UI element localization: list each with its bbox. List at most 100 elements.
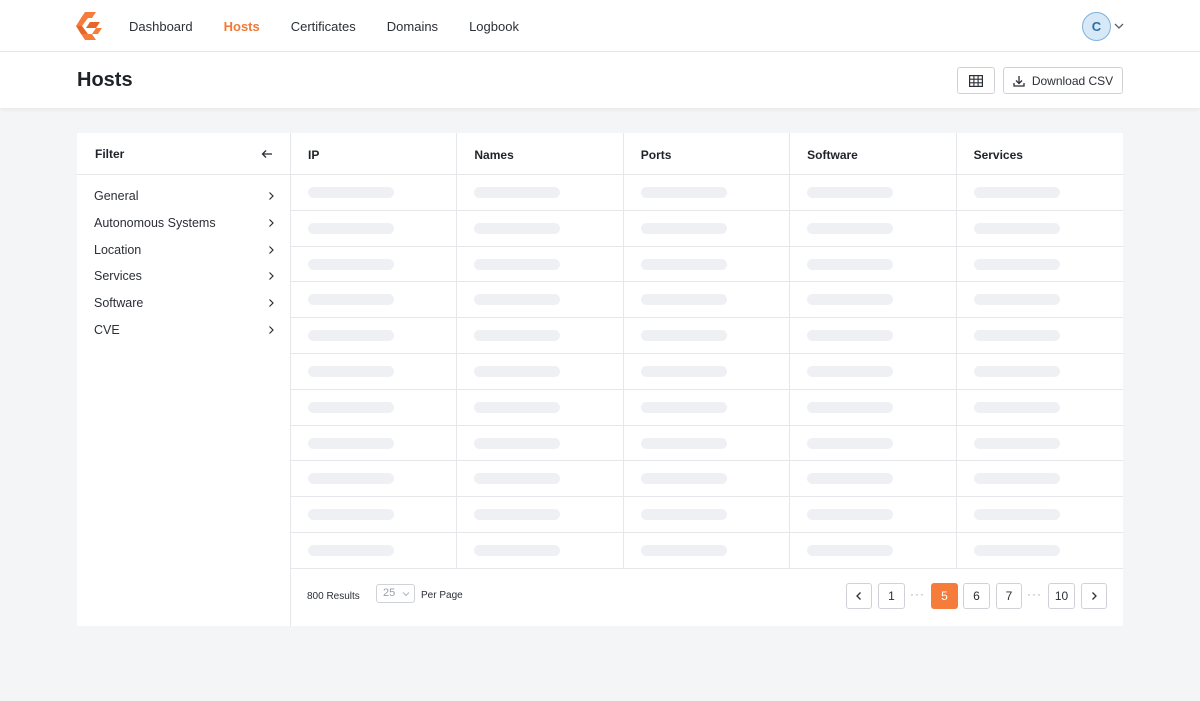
filter-item-location[interactable]: Location (77, 237, 290, 263)
loading-placeholder (807, 544, 894, 556)
user-avatar[interactable]: C (1082, 12, 1111, 41)
table-cell (457, 175, 624, 210)
chevron-right-icon (269, 326, 274, 334)
table-row[interactable] (291, 282, 1123, 319)
table-cell (624, 246, 791, 282)
loading-placeholder (308, 258, 394, 270)
top-navigation-bar: Dashboard Hosts Certificates Domains Log… (0, 0, 1200, 52)
table-cell (291, 425, 458, 461)
loading-placeholder (807, 509, 894, 521)
table-cell (457, 389, 624, 425)
table-row[interactable] (291, 497, 1123, 533)
table-cell (291, 532, 458, 568)
table-row[interactable] (291, 532, 1123, 569)
download-icon (1013, 75, 1025, 87)
table-cell (957, 461, 1123, 496)
table-cell (457, 425, 624, 461)
loading-placeholder (807, 222, 894, 234)
table-row[interactable] (291, 353, 1123, 390)
table-cell (457, 246, 624, 282)
loading-placeholder (474, 258, 561, 270)
nav-logbook[interactable]: Logbook (469, 19, 519, 34)
table-cell (291, 175, 458, 210)
table-cell (957, 247, 1123, 282)
page-button-10[interactable]: 10 (1048, 583, 1075, 609)
column-header-services[interactable]: Services (957, 133, 1123, 174)
table-cell (624, 175, 791, 210)
logo-icon[interactable] (76, 12, 102, 40)
table-cell (457, 497, 624, 532)
loading-placeholder (308, 401, 394, 413)
page-button-7[interactable]: 7 (996, 583, 1022, 609)
table-cell (624, 353, 791, 389)
table-row[interactable] (291, 389, 1123, 426)
loading-placeholder (474, 544, 561, 556)
table-cell (457, 210, 624, 246)
nav-domains[interactable]: Domains (387, 19, 438, 34)
page-button-5[interactable]: 5 (931, 583, 958, 609)
nav-hosts[interactable]: Hosts (224, 19, 260, 34)
filter-item-autonomous-systems[interactable]: Autonomous Systems (77, 210, 290, 236)
loading-placeholder (973, 544, 1060, 556)
next-page-button[interactable] (1081, 583, 1107, 609)
loading-placeholder (474, 437, 561, 449)
nav-dashboard[interactable]: Dashboard (129, 19, 193, 34)
table-footer: 800 Results 25 Per Page 1 ··· 5 6 7 ··· … (291, 567, 1123, 626)
table-row[interactable] (291, 461, 1123, 498)
filter-sidebar: Filter General Autonomous Systems Locati… (77, 133, 291, 626)
table-row[interactable] (291, 175, 1123, 211)
table-cell (957, 390, 1123, 425)
per-page-select[interactable]: 25 (376, 584, 415, 603)
chevron-down-icon (402, 592, 410, 597)
page-button-1[interactable]: 1 (878, 583, 905, 609)
table-cell (457, 461, 624, 497)
table-view-button[interactable] (957, 67, 995, 94)
filter-item-label: General (94, 189, 139, 203)
table-cell (457, 353, 624, 389)
previous-page-button[interactable] (846, 583, 872, 609)
filter-header: Filter (77, 133, 290, 175)
loading-placeholder (640, 509, 727, 521)
hosts-panel: Filter General Autonomous Systems Locati… (77, 133, 1123, 626)
arrow-left-icon[interactable] (261, 148, 273, 160)
table-row[interactable] (291, 318, 1123, 354)
hosts-table: IP Names Ports Software Services (291, 133, 1123, 569)
table-cell (790, 532, 957, 568)
table-row[interactable] (291, 210, 1123, 247)
table-cell (790, 175, 957, 210)
chevron-right-icon (269, 219, 274, 227)
loading-placeholder (308, 509, 394, 521)
download-csv-button[interactable]: Download CSV (1003, 67, 1123, 94)
loading-placeholder (807, 437, 894, 449)
page-button-6[interactable]: 6 (963, 583, 990, 609)
loading-placeholder (474, 365, 561, 377)
loading-placeholder (640, 258, 727, 270)
table-cell (790, 497, 957, 532)
filter-item-cve[interactable]: CVE (77, 317, 290, 343)
column-header-names[interactable]: Names (457, 133, 624, 174)
table-cell (957, 533, 1123, 568)
column-header-ports[interactable]: Ports (624, 133, 791, 174)
column-header-software[interactable]: Software (790, 133, 957, 174)
table-row[interactable] (291, 425, 1123, 462)
loading-placeholder (640, 544, 727, 556)
chevron-left-icon (856, 592, 861, 600)
table-cell (790, 425, 957, 461)
filter-item-software[interactable]: Software (77, 290, 290, 316)
filter-item-label: Services (94, 269, 142, 283)
per-page-label: Per Page (421, 590, 463, 601)
loading-placeholder (973, 294, 1060, 306)
column-header-ip[interactable]: IP (291, 133, 458, 174)
chevron-down-icon[interactable] (1113, 20, 1125, 32)
loading-placeholder (640, 187, 727, 198)
loading-placeholder (640, 294, 727, 306)
loading-placeholder (807, 365, 894, 377)
table-cell (291, 461, 458, 497)
filter-item-services[interactable]: Services (77, 263, 290, 289)
filter-item-general[interactable]: General (77, 183, 290, 209)
table-row[interactable] (291, 246, 1123, 283)
loading-placeholder (474, 330, 561, 342)
loading-placeholder (973, 365, 1060, 377)
nav-certificates[interactable]: Certificates (291, 19, 356, 34)
loading-placeholder (640, 222, 727, 234)
